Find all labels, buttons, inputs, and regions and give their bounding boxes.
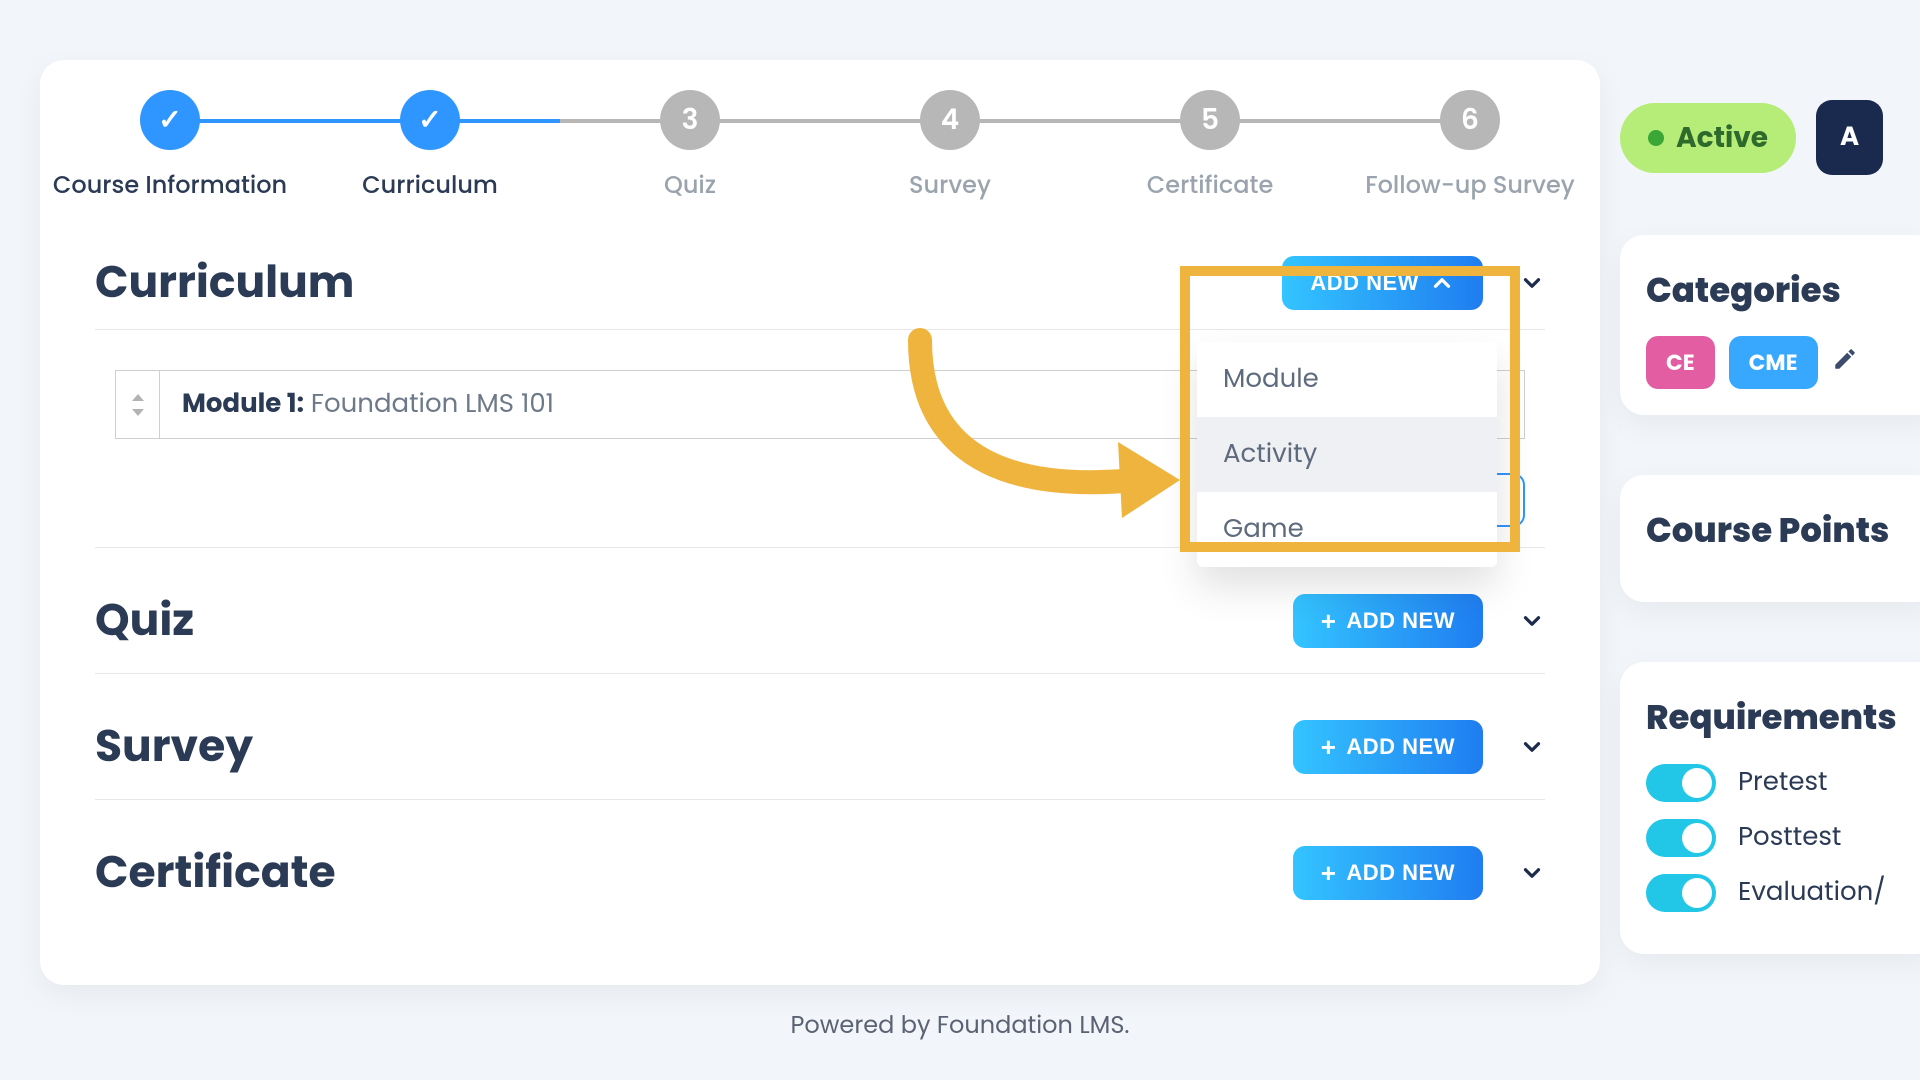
- add-new-curriculum-button[interactable]: ADD NEW: [1282, 256, 1483, 310]
- section-title: Curriculum: [95, 250, 354, 315]
- step-curriculum[interactable]: ✓ Curriculum: [300, 60, 560, 203]
- course-points-title: Course Points: [1646, 505, 1914, 556]
- step-number: 6: [1440, 90, 1500, 150]
- section-certificate: Certificate + ADD NEW: [95, 799, 1545, 925]
- step-quiz[interactable]: 3 Quiz: [560, 60, 820, 203]
- add-new-survey-button[interactable]: + ADD NEW: [1293, 720, 1483, 774]
- toggle-posttest[interactable]: [1646, 819, 1716, 857]
- section-survey: Survey + ADD NEW: [95, 673, 1545, 799]
- add-new-dropdown: Module Activity Game: [1197, 342, 1497, 567]
- step-number: 5: [1180, 90, 1240, 150]
- progress-stepper: ✓ Course Information ✓ Curriculum 3 Quiz…: [40, 60, 1600, 210]
- add-new-certificate-button[interactable]: + ADD NEW: [1293, 846, 1483, 900]
- add-new-label: ADD NEW: [1346, 734, 1455, 760]
- right-panel: Active A Categories CE CME Course Points…: [1620, 100, 1920, 954]
- step-label: Follow-up Survey: [1340, 168, 1600, 203]
- add-new-label: ADD NEW: [1346, 860, 1455, 886]
- requirement-label: Pretest: [1738, 763, 1828, 802]
- dropdown-item-activity[interactable]: Activity: [1197, 417, 1497, 492]
- step-number: 3: [660, 90, 720, 150]
- step-label: Course Information: [40, 168, 300, 203]
- footer-text: Powered by Foundation LMS.: [0, 1008, 1920, 1043]
- step-label: Survey: [820, 168, 1080, 203]
- section-title: Survey: [95, 714, 253, 779]
- check-icon: ✓: [400, 90, 460, 150]
- action-button[interactable]: A: [1816, 100, 1883, 175]
- toggle-evaluation[interactable]: [1646, 874, 1716, 912]
- add-new-label: ADD NEW: [1310, 270, 1419, 296]
- category-tag-cme[interactable]: CME: [1729, 336, 1818, 389]
- step-survey[interactable]: 4 Survey: [820, 60, 1080, 203]
- course-points-card: Course Points: [1620, 475, 1920, 602]
- requirements-title: Requirements: [1646, 692, 1914, 743]
- section-title: Quiz: [95, 588, 194, 653]
- requirements-card: Requirements Pretest Posttest Evaluation…: [1620, 662, 1920, 954]
- status-dot-icon: [1648, 130, 1664, 146]
- category-tag-ce[interactable]: CE: [1646, 336, 1715, 389]
- categories-title: Categories: [1646, 265, 1914, 316]
- section-title: Certificate: [95, 840, 336, 905]
- dropdown-item-module[interactable]: Module: [1197, 342, 1497, 417]
- step-certificate[interactable]: 5 Certificate: [1080, 60, 1340, 203]
- collapse-toggle[interactable]: [1519, 860, 1545, 886]
- add-new-label: ADD NEW: [1346, 608, 1455, 634]
- status-label: Active: [1676, 117, 1768, 159]
- step-followup-survey[interactable]: 6 Follow-up Survey: [1340, 60, 1600, 203]
- status-badge[interactable]: Active: [1620, 103, 1796, 173]
- step-number: 4: [920, 90, 980, 150]
- edit-categories-button[interactable]: [1832, 346, 1858, 380]
- chevron-up-icon: [1429, 270, 1455, 296]
- check-icon: ✓: [140, 90, 200, 150]
- add-new-quiz-button[interactable]: + ADD NEW: [1293, 594, 1483, 648]
- toggle-pretest[interactable]: [1646, 764, 1716, 802]
- step-label: Quiz: [560, 168, 820, 203]
- drag-handle-icon[interactable]: [116, 371, 160, 438]
- collapse-toggle[interactable]: [1519, 270, 1545, 296]
- requirement-label: Posttest: [1738, 818, 1841, 857]
- module-name: Foundation LMS 101: [311, 386, 554, 422]
- requirement-label: Evaluation/: [1738, 873, 1886, 912]
- collapse-toggle[interactable]: [1519, 608, 1545, 634]
- step-label: Curriculum: [300, 168, 560, 203]
- dropdown-item-game[interactable]: Game: [1197, 492, 1497, 567]
- collapse-toggle[interactable]: [1519, 734, 1545, 760]
- module-prefix: Module 1:: [182, 386, 304, 422]
- categories-card: Categories CE CME: [1620, 235, 1920, 415]
- step-course-information[interactable]: ✓ Course Information: [40, 60, 300, 203]
- step-label: Certificate: [1080, 168, 1340, 203]
